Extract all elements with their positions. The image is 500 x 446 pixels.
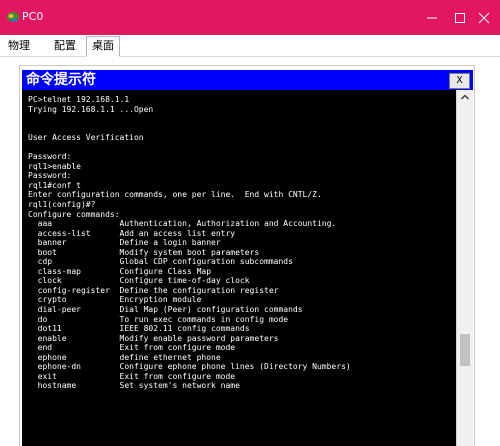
- pc-app-icon: [7, 12, 19, 22]
- tab-bar: 物理 配置 桌面: [0, 35, 500, 57]
- scroll-up-button[interactable]: [457, 90, 473, 104]
- window-title: PC0: [22, 10, 44, 23]
- terminal-line: end Exit from configure mode: [28, 343, 236, 353]
- tab-config[interactable]: 配置: [50, 37, 80, 55]
- terminal-line: config-register Define the configuration…: [28, 285, 279, 295]
- tab-physical[interactable]: 物理: [4, 37, 34, 55]
- terminal-line: class-map Configure Class Map: [28, 266, 212, 276]
- terminal-line: Enter configuration commands, one per li…: [28, 190, 322, 200]
- terminal-line: Password:: [28, 152, 72, 162]
- minimize-icon: [427, 17, 437, 19]
- terminal-line: User Access Verification: [28, 133, 144, 143]
- terminal-line: aaa Authentication, Authorization and Ac…: [28, 219, 337, 229]
- command-prompt-close-button[interactable]: X: [449, 73, 470, 89]
- terminal-line: banner Define a login banner: [28, 238, 221, 248]
- terminal-line: ephone define ethernet phone: [28, 352, 221, 362]
- scrollbar-thumb[interactable]: [460, 334, 470, 366]
- terminal-line: clock Configure time-of-day clock: [28, 276, 250, 286]
- terminal-output[interactable]: PC>telnet 192.168.1.1 Trying 192.168.1.1…: [22, 90, 456, 446]
- terminal-line: access-list Add an access list entry: [28, 228, 236, 238]
- terminal-line: Password:: [28, 171, 72, 181]
- chevron-up-icon: [461, 94, 469, 100]
- terminal-line: enable Modify enable password parameters: [28, 333, 279, 343]
- close-icon: [478, 12, 490, 24]
- terminal-line: PC>telnet 192.168.1.1: [28, 95, 130, 104]
- close-button[interactable]: [466, 0, 500, 35]
- terminal-line: Trying 192.168.1.1 ...Open: [28, 104, 154, 114]
- terminal-scrollbar[interactable]: [456, 90, 473, 446]
- terminal-line: rql1>enable: [28, 161, 81, 171]
- terminal-line: rql1#conf t: [28, 180, 81, 190]
- window-titlebar: PC0: [0, 0, 500, 35]
- terminal-line: crypto Encryption module: [28, 295, 202, 305]
- terminal-line: dot11 IEEE 802.11 config commands: [28, 324, 250, 334]
- terminal-line: exit Exit from configure mode: [28, 371, 236, 381]
- terminal-line: ephone-dn Configure ephone phone lines (…: [28, 362, 351, 372]
- command-prompt-header: 命令提示符: [22, 70, 473, 90]
- terminal-line: boot Modify system boot parameters: [28, 247, 260, 257]
- tab-desktop[interactable]: 桌面: [86, 36, 120, 57]
- command-prompt-title: 命令提示符: [26, 72, 96, 88]
- maximize-icon: [455, 13, 465, 23]
- terminal-line: rql1(config)#?: [28, 200, 96, 210]
- terminal-line: cdp Global CDP configuration subcommands: [28, 257, 293, 267]
- terminal-line: hostname Set system's network name: [28, 381, 240, 391]
- terminal-line: Configure commands:: [28, 209, 120, 219]
- terminal-lines: PC>telnet 192.168.1.1 Trying 192.168.1.1…: [28, 95, 351, 391]
- terminal-line: do To run exec commands in config mode: [28, 314, 289, 324]
- terminal-line: dial-peer Dial Map (Peer) configuration …: [28, 305, 303, 315]
